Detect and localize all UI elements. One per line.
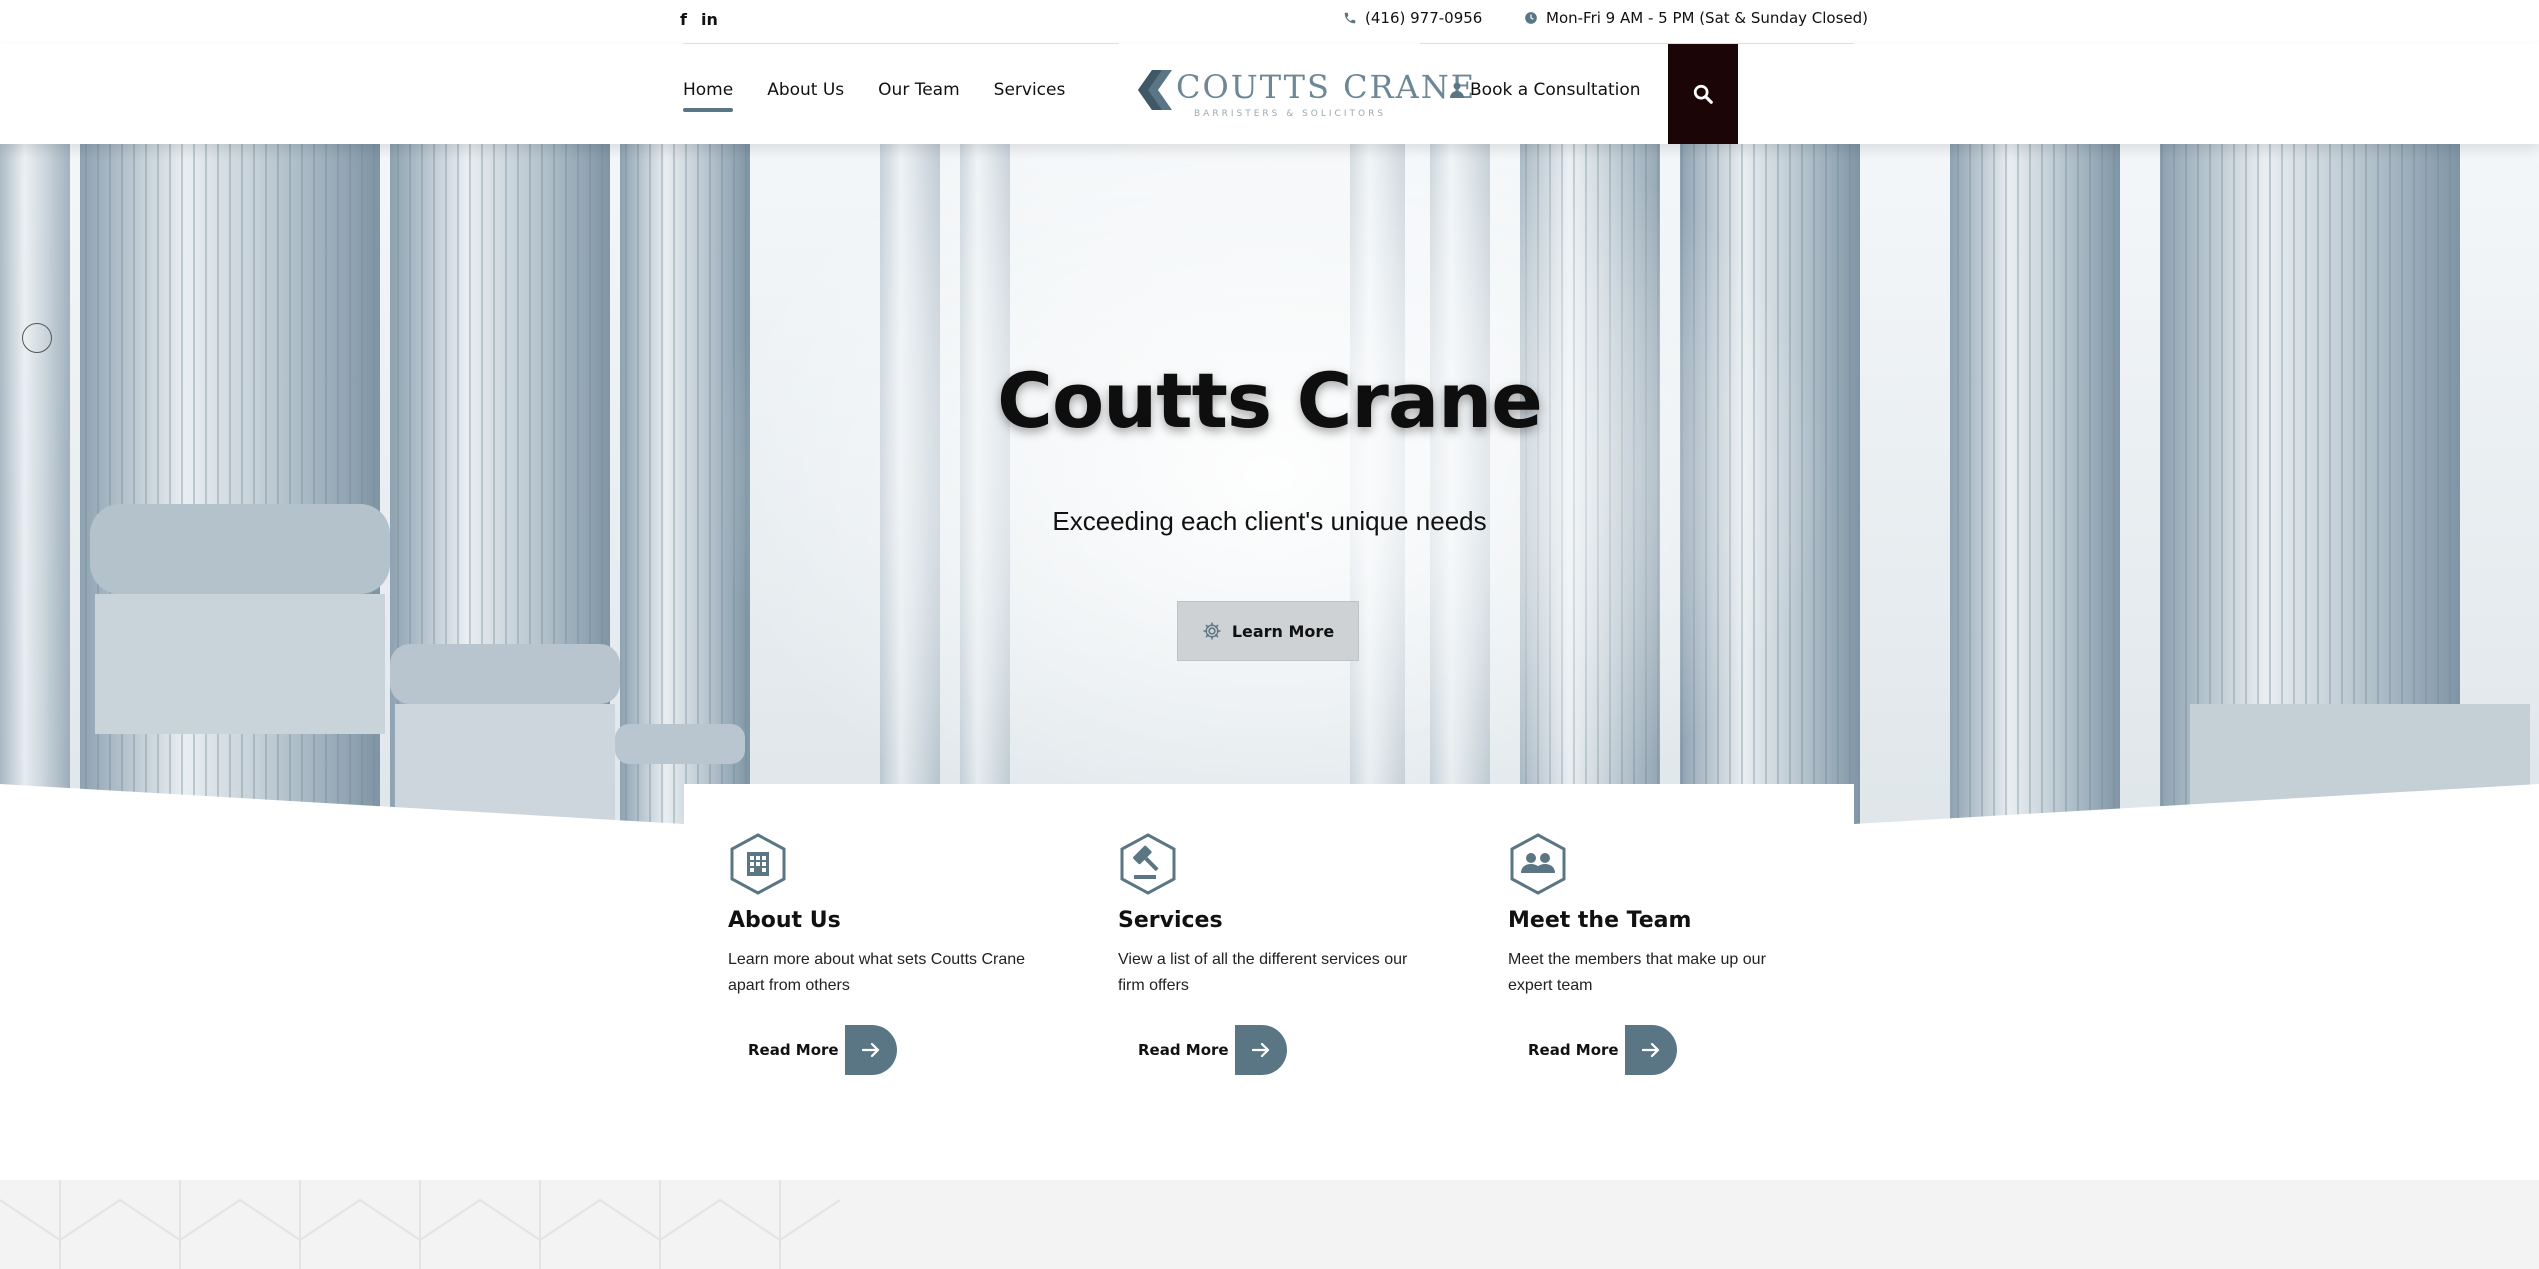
features-section: About Us Learn more about what sets Cout… bbox=[684, 784, 1854, 1124]
nav-about-us[interactable]: About Us bbox=[767, 80, 844, 112]
gavel-icon bbox=[1120, 833, 1176, 895]
logo-name: COUTTS CRANE bbox=[1176, 68, 1477, 106]
about-us-card: About Us Learn more about what sets Cout… bbox=[728, 832, 1048, 1075]
logo-tagline: BARRISTERS & SOLICITORS bbox=[1194, 109, 1387, 119]
arrow-right-icon bbox=[845, 1025, 897, 1075]
decorative-pattern-band bbox=[0, 1180, 2539, 1269]
top-bar: f in (416) 977-0956 Mon-Fri 9 AM - 5 PM … bbox=[0, 0, 2539, 44]
phone-number: (416) 977-0956 bbox=[1365, 9, 1483, 27]
slider-dot[interactable] bbox=[22, 323, 52, 353]
learn-more-label: Learn More bbox=[1231, 621, 1335, 641]
linkedin-icon[interactable]: in bbox=[701, 10, 718, 29]
columns-background-image bbox=[0, 144, 2539, 834]
learn-more-button[interactable]: Learn More bbox=[1177, 601, 1359, 661]
card-text: View a list of all the different service… bbox=[1118, 951, 1408, 994]
arrow-right-icon bbox=[1625, 1025, 1677, 1075]
social-links: f in bbox=[680, 10, 718, 29]
gear-icon bbox=[1203, 622, 1221, 640]
book-consultation-label: Book a Consultation bbox=[1470, 80, 1641, 100]
read-more-button[interactable]: Read More bbox=[1508, 1025, 1828, 1075]
phone-icon bbox=[1344, 12, 1356, 24]
nav-services[interactable]: Services bbox=[994, 80, 1066, 112]
services-card: Services View a list of all the differen… bbox=[1118, 832, 1438, 1075]
building-icon bbox=[730, 833, 786, 895]
hero-title: Coutts Crane bbox=[997, 356, 1543, 445]
read-more-button[interactable]: Read More bbox=[728, 1025, 1048, 1075]
card-title: About Us bbox=[728, 908, 841, 933]
search-button[interactable] bbox=[1668, 44, 1738, 144]
meet-the-team-card: Meet the Team Meet the members that make… bbox=[1508, 832, 1828, 1075]
hero-section: Coutts Crane Exceeding each client's uni… bbox=[0, 144, 2539, 834]
read-more-label: Read More bbox=[748, 1041, 839, 1059]
hours-text: Mon-Fri 9 AM - 5 PM (Sat & Sunday Closed… bbox=[1546, 9, 1869, 27]
facebook-icon[interactable]: f bbox=[680, 10, 687, 29]
clock-icon bbox=[1525, 12, 1537, 24]
arrow-right-icon bbox=[1235, 1025, 1287, 1075]
site-logo[interactable]: COUTTS CRANE BARRISTERS & SOLICITORS bbox=[1138, 66, 1474, 122]
read-more-label: Read More bbox=[1138, 1041, 1229, 1059]
team-icon bbox=[1510, 833, 1566, 895]
read-more-button[interactable]: Read More bbox=[1118, 1025, 1438, 1075]
card-text: Learn more about what sets Coutts Crane … bbox=[728, 951, 1026, 994]
main-nav: Home About Us Our Team Services bbox=[683, 80, 1065, 112]
hero-subtitle: Exceeding each client's unique needs bbox=[1052, 506, 1487, 536]
read-more-label: Read More bbox=[1528, 1041, 1619, 1059]
card-title: Meet the Team bbox=[1508, 908, 1692, 933]
card-text: Meet the members that make up our expert… bbox=[1508, 951, 1766, 994]
nav-our-team[interactable]: Our Team bbox=[878, 80, 959, 112]
business-hours: Mon-Fri 9 AM - 5 PM (Sat & Sunday Closed… bbox=[1524, 9, 1868, 27]
nav-home[interactable]: Home bbox=[683, 80, 734, 112]
search-icon bbox=[1693, 84, 1713, 104]
card-title: Services bbox=[1118, 908, 1223, 933]
logo-mark-icon bbox=[1138, 70, 1172, 110]
user-icon bbox=[1450, 82, 1464, 98]
main-navbar: Home About Us Our Team Services COUTTS C… bbox=[0, 44, 2539, 144]
phone-contact[interactable]: (416) 977-0956 bbox=[1343, 9, 1482, 27]
book-consultation-link[interactable]: Book a Consultation bbox=[1450, 80, 1641, 100]
